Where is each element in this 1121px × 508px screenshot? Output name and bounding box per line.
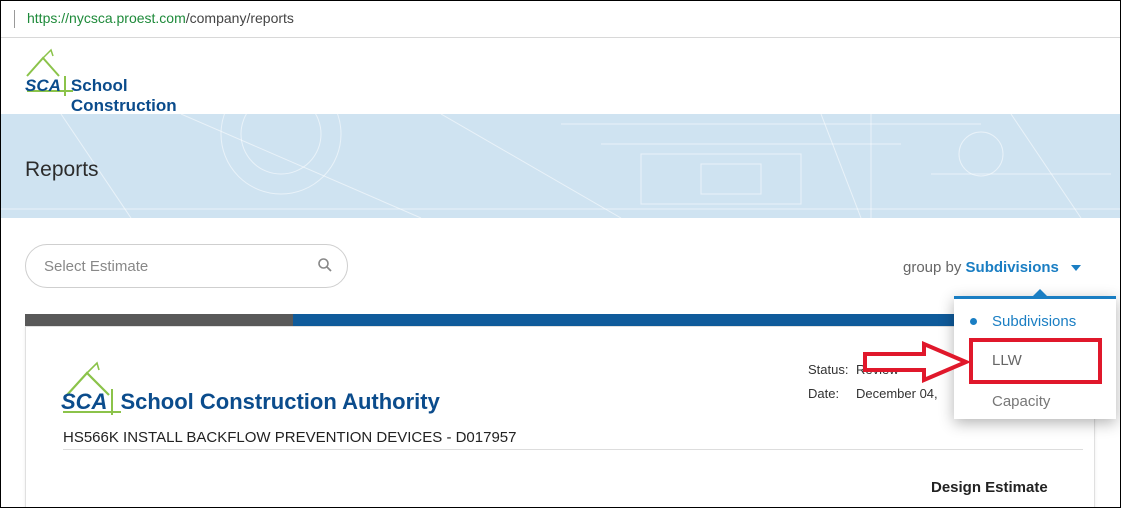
address-url[interactable]: https://nycsca.proest.com/company/report… xyxy=(27,10,294,26)
search-placeholder: Select Estimate xyxy=(44,258,149,275)
report-progress-dark xyxy=(25,314,293,326)
blueprint-pattern xyxy=(1,114,1120,218)
dropdown-item-capacity[interactable]: Capacity xyxy=(992,393,1050,410)
address-bar[interactable]: https://nycsca.proest.com/company/report… xyxy=(1,1,1120,38)
page-banner: Reports xyxy=(1,114,1120,218)
report-logo: SCA School Construction Authority xyxy=(61,359,501,419)
annotation-highlight-box xyxy=(969,338,1102,384)
address-bar-separator xyxy=(14,10,15,28)
url-scheme: https:// xyxy=(27,10,70,26)
document-type: Design Estimate xyxy=(931,479,1048,496)
site-header: SCA School Construction Authority xyxy=(1,38,1120,135)
date-value: December 04, xyxy=(856,386,938,401)
group-by-value[interactable]: Subdivisions xyxy=(966,259,1059,276)
dropdown-item-subdivisions[interactable]: Subdivisions xyxy=(992,313,1076,330)
url-host: nycsca.proest.com xyxy=(69,10,186,26)
report-brand-mark: SCA xyxy=(61,389,114,415)
group-by-control[interactable]: group by Subdivisions xyxy=(903,259,1082,276)
selected-bullet-icon xyxy=(970,318,977,325)
select-estimate-input[interactable]: Select Estimate xyxy=(25,244,348,288)
header-logo[interactable]: SCA School Construction Authority xyxy=(23,46,177,135)
report-brand-name: School Construction Authority xyxy=(120,389,440,414)
url-path: /company/reports xyxy=(185,10,294,26)
status-label: Status: xyxy=(808,362,849,377)
browser-window: https://nycsca.proest.com/company/report… xyxy=(0,0,1121,508)
project-title: HS566K INSTALL BACKFLOW PREVENTION DEVIC… xyxy=(63,429,517,446)
search-icon[interactable] xyxy=(317,257,333,278)
report-date: Date: December 04, xyxy=(808,386,938,401)
page-title: Reports xyxy=(25,158,99,181)
report-progress-blue xyxy=(293,314,961,326)
dropdown-pointer xyxy=(1032,289,1048,297)
report-divider xyxy=(63,449,1083,450)
group-by-label: group by xyxy=(903,259,962,276)
chevron-down-icon[interactable] xyxy=(1071,265,1082,272)
header-brand-mark: SCA xyxy=(25,76,66,96)
annotation-arrow-icon xyxy=(863,341,970,383)
date-label: Date: xyxy=(808,386,840,401)
